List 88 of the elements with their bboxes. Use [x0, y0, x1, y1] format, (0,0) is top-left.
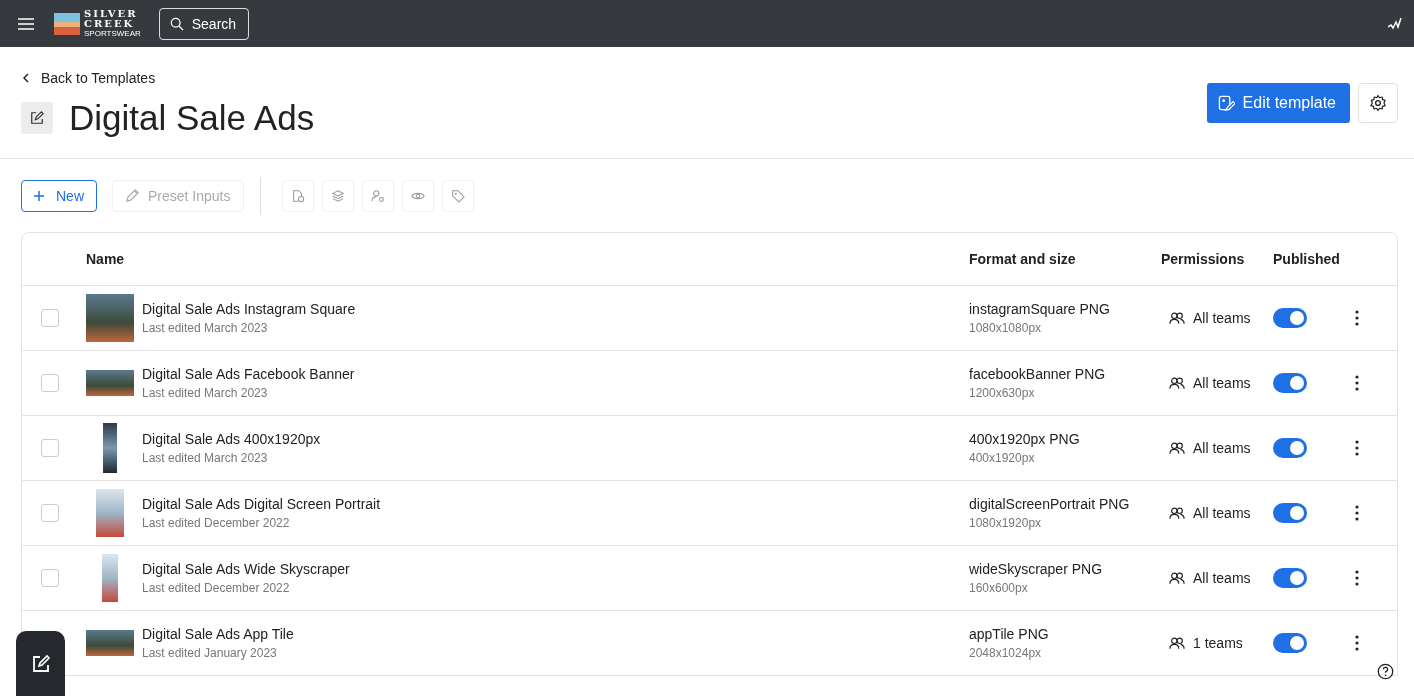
- edit-icon: [30, 111, 44, 125]
- logo-text: CREEK: [84, 19, 136, 29]
- edit-icon: [30, 653, 51, 674]
- column-header: Format and size: [969, 251, 1077, 267]
- page-title: Digital Sale Ads: [69, 97, 315, 139]
- permissions-text: All teams: [1193, 375, 1251, 391]
- published-toggle[interactable]: [1273, 568, 1307, 588]
- users-icon: [1169, 636, 1185, 650]
- new-button[interactable]: New: [21, 179, 97, 212]
- logo-landscape-icon: [54, 12, 80, 35]
- template-name[interactable]: Digital Sale Ads Wide Skyscraper: [142, 561, 969, 577]
- last-edited-text: Last edited December 2022: [142, 516, 291, 530]
- published-toggle[interactable]: [1273, 633, 1307, 653]
- users-icon: [1169, 506, 1185, 520]
- document-check-icon[interactable]: [281, 179, 314, 212]
- row-checkbox[interactable]: [41, 439, 59, 457]
- permissions-text: All teams: [1193, 570, 1251, 586]
- format-text: digitalScreenPortrait PNG: [969, 496, 1131, 512]
- published-toggle[interactable]: [1273, 438, 1307, 458]
- format-text: 400x1920px PNG: [969, 431, 1081, 447]
- edit-title-button[interactable]: [21, 102, 53, 134]
- users-icon: [1169, 376, 1185, 390]
- row-checkbox[interactable]: [41, 374, 59, 392]
- logo-tagline: SPORTSWEAR: [84, 30, 141, 38]
- thumbnail-placeholder: [102, 554, 118, 602]
- back-link[interactable]: Back to Templates: [23, 69, 315, 87]
- more-options-icon[interactable]: [1355, 635, 1359, 651]
- template-name[interactable]: Digital Sale Ads App Tile: [142, 626, 969, 642]
- last-edited-text: Last edited January 2023: [142, 646, 278, 660]
- more-options-icon[interactable]: [1355, 375, 1359, 391]
- last-edited-text: Last edited March 2023: [142, 386, 269, 400]
- more-options-icon[interactable]: [1355, 570, 1359, 586]
- activity-icon[interactable]: [1388, 17, 1404, 30]
- thumbnail-placeholder: [96, 489, 124, 537]
- format-text: wideSkyscraper PNG: [969, 561, 1104, 577]
- edit-image-icon: [1217, 94, 1235, 112]
- size-text: 400x1920px: [969, 451, 1036, 465]
- size-text: 1080x1920px: [969, 516, 1043, 530]
- plus-icon: [34, 190, 44, 201]
- users-icon: [1169, 311, 1185, 325]
- column-header: Published: [1273, 251, 1341, 267]
- template-name[interactable]: Digital Sale Ads 400x1920px: [142, 431, 969, 447]
- row-checkbox[interactable]: [41, 504, 59, 522]
- template-name[interactable]: Digital Sale Ads Facebook Banner: [142, 366, 969, 382]
- users-icon: [1169, 441, 1185, 455]
- column-header: Permissions: [1161, 251, 1246, 267]
- settings-icon: [1369, 94, 1387, 112]
- row-checkbox[interactable]: [41, 309, 59, 327]
- users-icon: [1169, 571, 1185, 585]
- more-options-icon[interactable]: [1355, 505, 1359, 521]
- size-text: 1200x630px: [969, 386, 1036, 400]
- thumbnail-placeholder: [103, 423, 117, 473]
- thumbnail-placeholder: [86, 294, 134, 342]
- size-text: 160x600px: [969, 581, 1029, 595]
- thumbnail-placeholder: [86, 370, 134, 396]
- last-edited-text: Last edited March 2023: [142, 451, 269, 465]
- chevron-left-icon: [23, 73, 29, 83]
- search-button[interactable]: Search: [158, 7, 250, 40]
- format-text: instagramSquare PNG: [969, 301, 1111, 317]
- template-name[interactable]: Digital Sale Ads Instagram Square: [142, 301, 969, 317]
- last-edited-text: Last edited March 2023: [142, 321, 269, 335]
- size-text: 2048x1024px: [969, 646, 1043, 660]
- format-text: appTile PNG: [969, 626, 1050, 642]
- more-options-icon[interactable]: [1355, 440, 1359, 456]
- pencil-icon: [125, 188, 140, 203]
- edit-template-button[interactable]: Edit template: [1206, 83, 1350, 123]
- published-toggle[interactable]: [1273, 308, 1307, 328]
- column-header: Name: [86, 251, 126, 267]
- help-icon[interactable]: [1377, 663, 1394, 680]
- permissions-text: All teams: [1193, 440, 1251, 456]
- last-edited-text: Last edited December 2022: [142, 581, 291, 595]
- permissions-text: All teams: [1193, 310, 1251, 326]
- search-icon: [169, 16, 184, 31]
- settings-button[interactable]: [1358, 83, 1398, 123]
- published-toggle[interactable]: [1273, 503, 1307, 523]
- permissions-text: All teams: [1193, 505, 1251, 521]
- format-text: facebookBanner PNG: [969, 366, 1107, 382]
- more-options-icon[interactable]: [1355, 310, 1359, 326]
- logo-text: SILVER: [84, 9, 139, 19]
- menu-icon[interactable]: [18, 17, 34, 30]
- row-checkbox[interactable]: [41, 569, 59, 587]
- floating-edit-button[interactable]: [16, 631, 65, 696]
- template-name[interactable]: Digital Sale Ads Digital Screen Portrait: [142, 496, 969, 512]
- thumbnail-placeholder: [86, 630, 134, 656]
- published-toggle[interactable]: [1273, 373, 1307, 393]
- eye-icon[interactable]: [401, 179, 434, 212]
- permissions-text: 1 teams: [1193, 635, 1243, 651]
- size-text: 1080x1080px: [969, 321, 1043, 335]
